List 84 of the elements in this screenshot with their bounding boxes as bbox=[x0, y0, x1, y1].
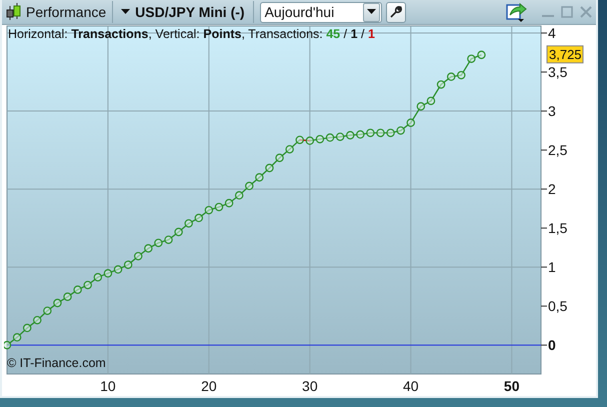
data-point bbox=[436, 80, 446, 89]
y-axis-label: 1 bbox=[540, 259, 556, 276]
data-point bbox=[416, 102, 426, 111]
chart-info: Horizontal: Transactions, Vertical: Points, Transactions: 45 / 1 / 1 bbox=[8, 27, 375, 41]
data-point bbox=[356, 130, 365, 139]
y-tick-label: 1 bbox=[548, 259, 556, 276]
period-select[interactable]: Aujourd'hui bbox=[260, 2, 382, 22]
y-tick-label: 4 bbox=[548, 25, 556, 42]
data-point bbox=[174, 228, 183, 236]
y-axis-label: 0 bbox=[540, 337, 556, 354]
data-point bbox=[194, 214, 203, 222]
x-axis-label: 50 bbox=[504, 378, 520, 394]
data-point bbox=[124, 260, 132, 269]
data-point bbox=[265, 164, 274, 172]
y-axis-label: 3,5 bbox=[540, 64, 568, 80]
data-point bbox=[245, 182, 254, 190]
data-point bbox=[144, 244, 153, 253]
data-point bbox=[33, 316, 42, 324]
y-axis-label: 2 bbox=[540, 181, 556, 198]
y-tick-label: 1,5 bbox=[548, 220, 568, 236]
y-tick-label: 2,5 bbox=[548, 142, 568, 158]
data-point bbox=[134, 252, 142, 260]
y-tick-label: 3,5 bbox=[548, 64, 568, 80]
data-point bbox=[204, 206, 214, 214]
data-point bbox=[275, 154, 284, 162]
data-point bbox=[73, 286, 82, 294]
x-axis-label: 10 bbox=[100, 378, 116, 394]
maximize-icon[interactable] bbox=[561, 6, 573, 18]
y-axis-label: 2,5 bbox=[540, 142, 568, 158]
y-tick-label: 2 bbox=[548, 181, 556, 198]
data-point bbox=[12, 333, 22, 342]
y-axis-label: 0,5 bbox=[540, 298, 568, 314]
data-point bbox=[366, 128, 375, 138]
data-point bbox=[84, 280, 92, 290]
caret-icon bbox=[121, 9, 130, 15]
candlestick-icon bbox=[6, 2, 22, 22]
data-point bbox=[376, 128, 385, 138]
window-title: Performance bbox=[26, 4, 106, 20]
data-point bbox=[467, 54, 476, 63]
data-point bbox=[53, 298, 62, 308]
data-point bbox=[446, 72, 456, 81]
data-point bbox=[104, 269, 112, 278]
settings-button[interactable] bbox=[386, 2, 406, 22]
x-axis-label: 30 bbox=[302, 378, 318, 394]
caret-icon bbox=[366, 9, 376, 15]
export-icon[interactable] bbox=[506, 2, 527, 22]
data-point bbox=[154, 238, 163, 248]
y-axis-label: 3 bbox=[540, 103, 556, 120]
data-point bbox=[94, 273, 102, 282]
data-point bbox=[255, 173, 264, 182]
data-point bbox=[234, 191, 244, 200]
data-point bbox=[214, 202, 224, 212]
data-point bbox=[477, 50, 486, 60]
data-point bbox=[406, 118, 415, 127]
data-point bbox=[164, 236, 173, 244]
data-point bbox=[396, 126, 405, 135]
x-axis-label: 40 bbox=[403, 378, 419, 394]
data-point bbox=[386, 128, 395, 138]
data-point bbox=[23, 324, 32, 332]
data-point bbox=[457, 70, 466, 80]
y-tick-label: 0 bbox=[548, 337, 556, 354]
data-point bbox=[63, 292, 72, 301]
close-icon[interactable] bbox=[580, 6, 592, 18]
x-axis-label: 20 bbox=[201, 378, 217, 394]
data-point bbox=[184, 219, 193, 228]
y-axis-label: 1,5 bbox=[540, 220, 568, 236]
data-point bbox=[326, 133, 334, 142]
current-value-label: 3,725 bbox=[546, 45, 584, 64]
y-axis-label: 4 bbox=[540, 25, 556, 42]
y-tick-label: 0,5 bbox=[548, 298, 568, 314]
y-tick-label: 3 bbox=[548, 103, 556, 120]
data-point bbox=[336, 132, 344, 141]
data-point bbox=[316, 134, 324, 144]
data-point bbox=[346, 131, 354, 140]
data-point bbox=[306, 136, 314, 145]
decline-segment bbox=[300, 139, 310, 142]
data-point bbox=[43, 306, 52, 315]
data-point bbox=[285, 145, 294, 154]
data-point bbox=[296, 136, 304, 144]
copyright-text: © IT-Finance.com bbox=[7, 356, 106, 370]
data-point bbox=[224, 198, 234, 208]
data-point bbox=[426, 96, 436, 106]
instrument-button[interactable]: USD/JPY Mini (-) bbox=[119, 4, 247, 20]
data-point bbox=[114, 265, 122, 274]
